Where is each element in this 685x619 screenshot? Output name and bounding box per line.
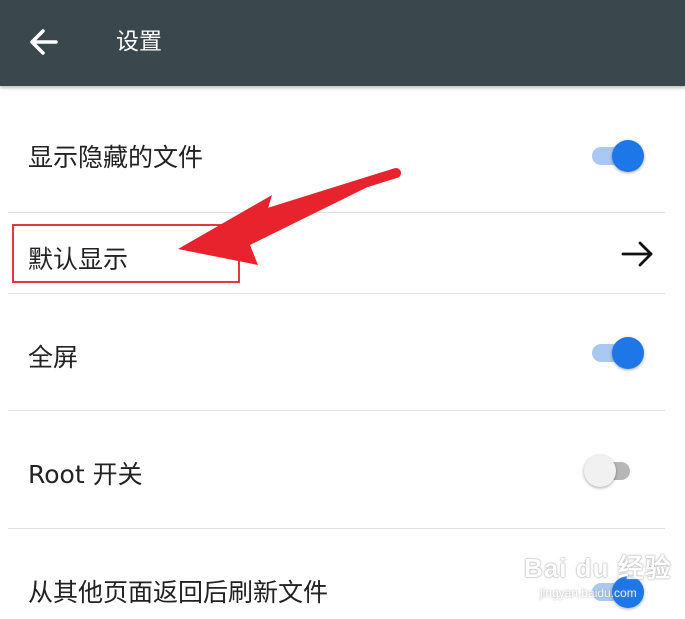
setting-row-full-screen[interactable]: 全屏	[8, 294, 665, 410]
root-switch-toggle[interactable]	[584, 454, 638, 488]
watermark-url: jingyan.baidu.com	[540, 586, 637, 600]
arrow-right-icon[interactable]	[620, 238, 656, 270]
switch-thumb	[584, 455, 616, 487]
switch-thumb	[612, 337, 644, 369]
back-button[interactable]	[22, 22, 66, 62]
full-screen-toggle[interactable]	[590, 336, 644, 370]
red-arrow-icon	[178, 168, 401, 265]
settings-screen: 设置 显示隐藏的文件 默认显示 全屏 Root 开关 从其他页面返回后刷新文件 …	[0, 0, 685, 619]
watermark-logo: Bai du 经验	[524, 553, 672, 583]
arrow-left-icon	[30, 29, 58, 55]
setting-label: 从其他页面返回后刷新文件	[28, 578, 329, 607]
setting-label: 全屏	[28, 343, 79, 372]
show-hidden-files-toggle[interactable]	[590, 139, 644, 173]
page-title: 设置	[116, 29, 162, 55]
watermark: Bai du 经验 jingyan.baidu.com	[524, 540, 671, 610]
setting-row-root-switch[interactable]: Root 开关	[8, 411, 665, 528]
switch-thumb	[612, 140, 644, 172]
app-bar: 设置	[0, 0, 685, 86]
setting-label: Root 开关	[28, 460, 143, 489]
